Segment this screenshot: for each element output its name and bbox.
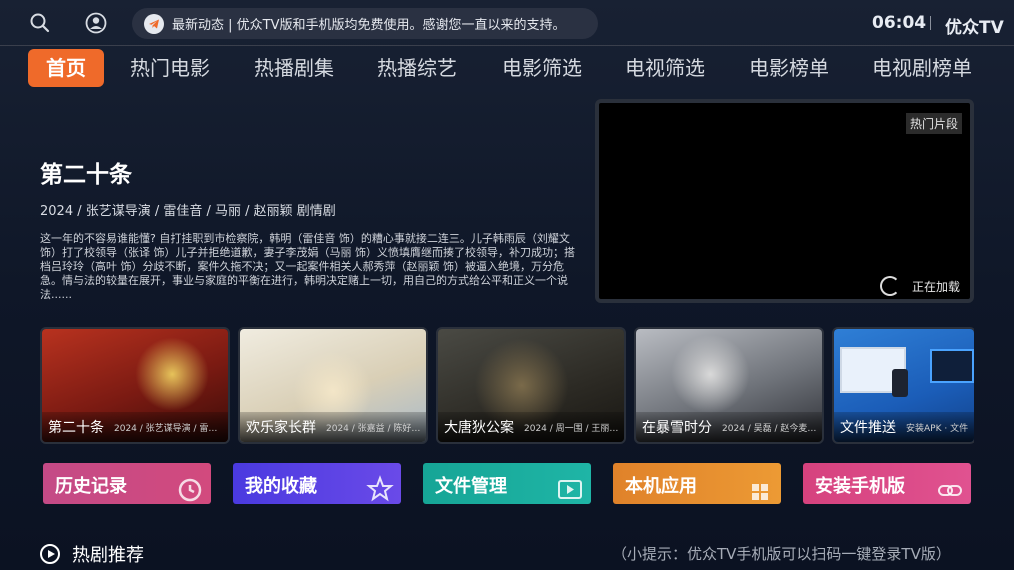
poster-caption: 欢乐家长群 2024 / 张嘉益 / 陈好… — [240, 412, 426, 442]
poster-card[interactable]: 欢乐家长群 2024 / 张嘉益 / 陈好… — [238, 327, 428, 444]
poster-card-file-push[interactable]: 文件推送 安装APK · 文件 — [832, 327, 974, 444]
poster-meta: 2024 / 张艺谋导演 / 雷… — [114, 423, 218, 434]
search-icon[interactable] — [27, 10, 53, 36]
brand-name: 优众TV — [945, 18, 1004, 38]
favorites-button[interactable]: 我的收藏 — [233, 463, 401, 504]
nav-item-tv-filter[interactable]: 电视筛选 — [625, 49, 705, 87]
poster-title: 第二十条 — [48, 420, 104, 436]
apps-icon — [752, 484, 768, 500]
notice-banner[interactable]: 最新动态 | 优众TV版和手机版均免费使用。感谢您一直以来的支持。 — [132, 8, 598, 39]
video-player[interactable]: 热门片段 正在加载 — [595, 99, 974, 303]
divider — [930, 16, 931, 30]
loading-text: 正在加载 — [911, 279, 960, 294]
player-tag: 热门片段 — [905, 113, 962, 134]
loading-indicator: 正在加载 — [879, 276, 960, 296]
poster-meta: 2024 / 吴磊 / 赵今麦… — [722, 423, 817, 434]
folder-play-icon — [558, 480, 582, 499]
poster-caption: 在暴雪时分 2024 / 吴磊 / 赵今麦… — [636, 412, 822, 442]
nav-item-hot-series[interactable]: 热播剧集 — [254, 49, 334, 87]
hint-text: （小提示：优众TV手机版可以扫码一键登录TV版） — [612, 545, 951, 563]
nav-item-hot-variety[interactable]: 热播综艺 — [377, 49, 457, 87]
nav-item-movie-filter[interactable]: 电影筛选 — [502, 49, 582, 87]
tv-icon — [930, 349, 974, 383]
poster-title: 在暴雪时分 — [642, 420, 712, 436]
section-title-text: 热剧推荐 — [72, 545, 144, 566]
star-icon — [366, 475, 394, 502]
section-title: 热剧推荐 — [40, 541, 144, 567]
nav-item-movie-rank[interactable]: 电影榜单 — [749, 49, 829, 87]
feature-meta: 2024 / 张艺谋导演 / 雷佳音 / 马丽 / 赵丽颖 剧情剧 — [40, 204, 336, 219]
poster-caption: 大唐狄公案 2024 / 周一围 / 王丽… — [438, 412, 624, 442]
poster-caption: 第二十条 2024 / 张艺谋导演 / 雷… — [42, 412, 228, 442]
install-mobile-label: 安装手机版 — [815, 476, 905, 497]
poster-caption: 文件推送 安装APK · 文件 — [834, 412, 974, 442]
telegram-icon — [144, 13, 164, 34]
top-bar: 最新动态 | 优众TV版和手机版均免费使用。感谢您一直以来的支持。 06:04 … — [0, 0, 1014, 46]
favorites-label: 我的收藏 — [245, 476, 317, 497]
poster-title: 欢乐家长群 — [246, 420, 316, 436]
main-nav: 首页 热门电影 热播剧集 热播综艺 电影筛选 电视筛选 电影榜单 电视剧榜单 — [28, 49, 998, 87]
poster-title: 文件推送 — [840, 420, 896, 436]
poster-meta: 2024 / 周一围 / 王丽… — [524, 423, 619, 434]
nav-item-tv-rank[interactable]: 电视剧榜单 — [872, 49, 972, 87]
file-manager-button[interactable]: 文件管理 — [423, 463, 591, 504]
history-label: 历史记录 — [55, 476, 127, 497]
user-icon[interactable] — [83, 10, 109, 36]
phone-icon — [892, 369, 908, 397]
nav-item-hot-movies[interactable]: 热门电影 — [130, 49, 210, 87]
link-icon — [938, 485, 962, 496]
history-button[interactable]: 历史记录 — [43, 463, 211, 504]
feature-description: 这一年的不容易谁能懂? 自打挂职到市检察院，韩明（雷佳音 饰）的糟心事就接二连三… — [40, 232, 575, 301]
install-mobile-button[interactable]: 安装手机版 — [803, 463, 971, 504]
spinner-icon — [879, 276, 900, 296]
feature-title: 第二十条 — [40, 162, 132, 188]
poster-card[interactable]: 在暴雪时分 2024 / 吴磊 / 赵今麦… — [634, 327, 824, 444]
file-manager-label: 文件管理 — [435, 476, 507, 497]
nav-item-home[interactable]: 首页 — [28, 49, 104, 87]
notice-text: 最新动态 | 优众TV版和手机版均免费使用。感谢您一直以来的支持。 — [172, 18, 566, 33]
poster-row: 第二十条 2024 / 张艺谋导演 / 雷… 欢乐家长群 2024 / 张嘉益 … — [40, 327, 974, 444]
poster-card[interactable]: 第二十条 2024 / 张艺谋导演 / 雷… — [40, 327, 230, 444]
poster-meta: 安装APK · 文件 — [906, 423, 969, 434]
clock: 06:04 — [872, 13, 927, 33]
local-apps-label: 本机应用 — [625, 476, 697, 497]
poster-card[interactable]: 大唐狄公案 2024 / 周一围 / 王丽… — [436, 327, 626, 444]
history-icon — [178, 478, 202, 502]
play-circle-icon — [40, 544, 60, 564]
poster-title: 大唐狄公案 — [444, 420, 514, 436]
local-apps-button[interactable]: 本机应用 — [613, 463, 781, 504]
poster-meta: 2024 / 张嘉益 / 陈好… — [326, 423, 421, 434]
